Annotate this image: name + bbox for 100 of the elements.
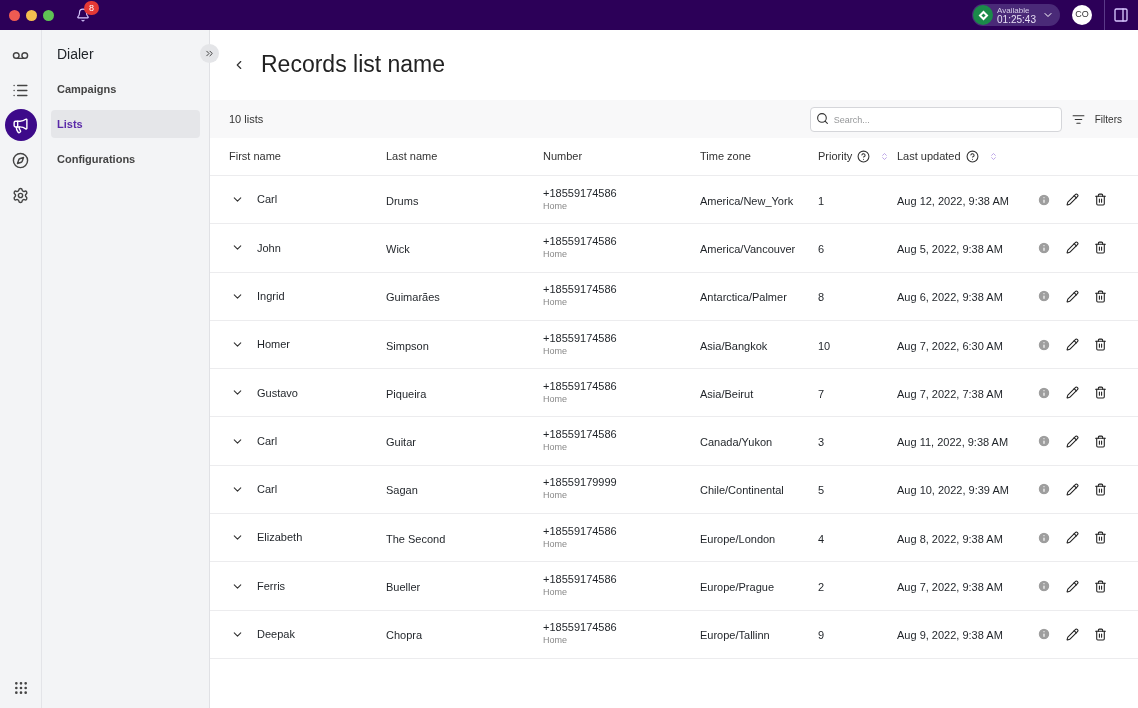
table-cell: Chile/Continental [700,484,784,497]
table-cell: Europe/Prague [700,581,774,593]
delete-icon[interactable] [1094,338,1107,352]
table-cell: Aug 5, 2022, 9:38 AM [897,242,1003,255]
table-cell-text: +18559174586 [543,283,618,297]
info-icon[interactable] [1037,240,1051,255]
table-cell: 9 [818,629,825,642]
delete-icon[interactable] [1094,482,1107,496]
info-icon[interactable] [1037,289,1051,304]
table-cell-text: Deepak [257,627,295,643]
status-timer: 01:25:43 [997,15,1036,24]
panel-icon[interactable] [1113,7,1129,23]
table-cell-text: Carl [257,433,278,449]
number-type: Home [543,537,568,551]
info-icon[interactable] [1037,579,1051,593]
table-cell: Aug 9, 2022, 9:38 AM [897,629,1003,642]
table-cell: Antarctica/Palmer [700,291,787,304]
table-cell-text: Carl [257,192,278,208]
number-type: Home [543,489,568,503]
table-cell: The Second [386,532,446,545]
table-cell-text: +18559174586 [543,186,618,200]
info-icon[interactable] [1037,337,1051,352]
table-cell-text: +18559174586 [543,621,618,635]
table-cell: America/Vancouver [700,242,796,255]
table-cell: Aug 11, 2022, 9:38 AM [897,436,1009,449]
table-cell: Europe/Tallinn [700,629,770,642]
info-icon[interactable] [1037,192,1051,207]
info-icon[interactable] [1037,434,1051,449]
edit-icon[interactable] [1066,338,1079,352]
sidebar-item[interactable]: Lists [51,110,200,138]
delete-icon[interactable] [1094,289,1107,303]
status-label: Available [997,6,1031,15]
table-cell: Asia/Bangkok [700,339,768,352]
collapse-button[interactable] [200,44,219,63]
chevrons-right-icon [204,48,215,59]
table-cell: Drums [386,194,419,207]
table-cell: Aug 7, 2022, 7:38 AM [897,387,1003,400]
page-title: Records list name [261,49,446,79]
delete-icon[interactable] [1094,579,1107,593]
column-header: Time zone [700,149,751,165]
edit-icon[interactable] [1066,482,1079,496]
info-icon[interactable] [1037,385,1051,400]
delete-icon[interactable] [1094,531,1107,545]
table-cell-text: Ferris [257,578,286,594]
number-type: Home [543,634,568,648]
help-icon[interactable] [857,150,871,163]
table-cell: Asia/Beirut [700,387,754,400]
table-cell-text: John [257,240,281,256]
table-cell: 8 [818,291,825,304]
edit-icon[interactable] [1066,627,1079,641]
table-cell: Piqueira [386,387,427,400]
edit-icon[interactable] [1066,289,1079,303]
megaphone-icon[interactable] [4,109,37,141]
table-cell: 2 [818,581,825,593]
apps-grid-icon[interactable] [12,680,29,696]
edit-icon[interactable] [1066,579,1079,593]
number-type: Home [543,296,568,310]
number-type: Home [543,199,568,213]
notification-badge: 8 [84,1,99,15]
table-cell: Guimarães [386,291,440,304]
number-type: Home [543,441,568,455]
edit-icon[interactable] [1066,434,1079,448]
number-type: Home [543,344,568,358]
delete-icon[interactable] [1094,241,1107,255]
delete-icon[interactable] [1094,193,1107,207]
table-cell-text: +18559174586 [543,234,618,248]
info-icon[interactable] [1037,627,1051,642]
edit-icon[interactable] [1066,386,1079,400]
table-cell: Sagan [386,484,418,497]
table-cell-text: Elizabeth [257,530,303,546]
table-cell: 6 [818,242,825,255]
status-button[interactable]: Available 01:25:43 [972,4,1060,26]
delete-icon[interactable] [1094,434,1107,448]
delete-icon[interactable] [1094,386,1107,400]
edit-icon[interactable] [1066,193,1079,207]
table-cell: Aug 8, 2022, 9:38 AM [897,532,1003,545]
column-header: Last name [386,149,438,165]
edit-icon[interactable] [1066,531,1079,545]
filters-button[interactable]: Filters [1092,107,1124,131]
edit-icon[interactable] [1066,241,1079,255]
info-icon[interactable] [1037,530,1051,545]
search-field[interactable]: Search... [809,107,1062,133]
number-type: Home [543,392,568,406]
help-icon[interactable] [965,150,979,163]
delete-icon[interactable] [1094,627,1107,641]
sidebar-item[interactable]: Campaigns [51,75,200,103]
table-cell: Simpson [386,339,429,352]
table-cell: 3 [818,436,825,449]
sidebar-item[interactable]: Configurations [51,145,200,173]
table-cell-text: Carl [257,482,278,498]
table-cell: Aug 7, 2022, 6:30 AM [897,339,1003,352]
info-icon[interactable] [1037,482,1051,497]
table-cell: Chopra [386,629,423,642]
sidebar-title: Dialer [56,45,95,64]
table-cell-text: +18559179999 [543,476,618,490]
table-cell-text: +18559174586 [543,573,618,586]
table-cell-text: Ingrid [257,289,285,304]
filter-icon[interactable] [1071,112,1085,126]
bell-icon[interactable] [76,8,90,22]
user-avatar[interactable]: CO [1072,5,1092,25]
